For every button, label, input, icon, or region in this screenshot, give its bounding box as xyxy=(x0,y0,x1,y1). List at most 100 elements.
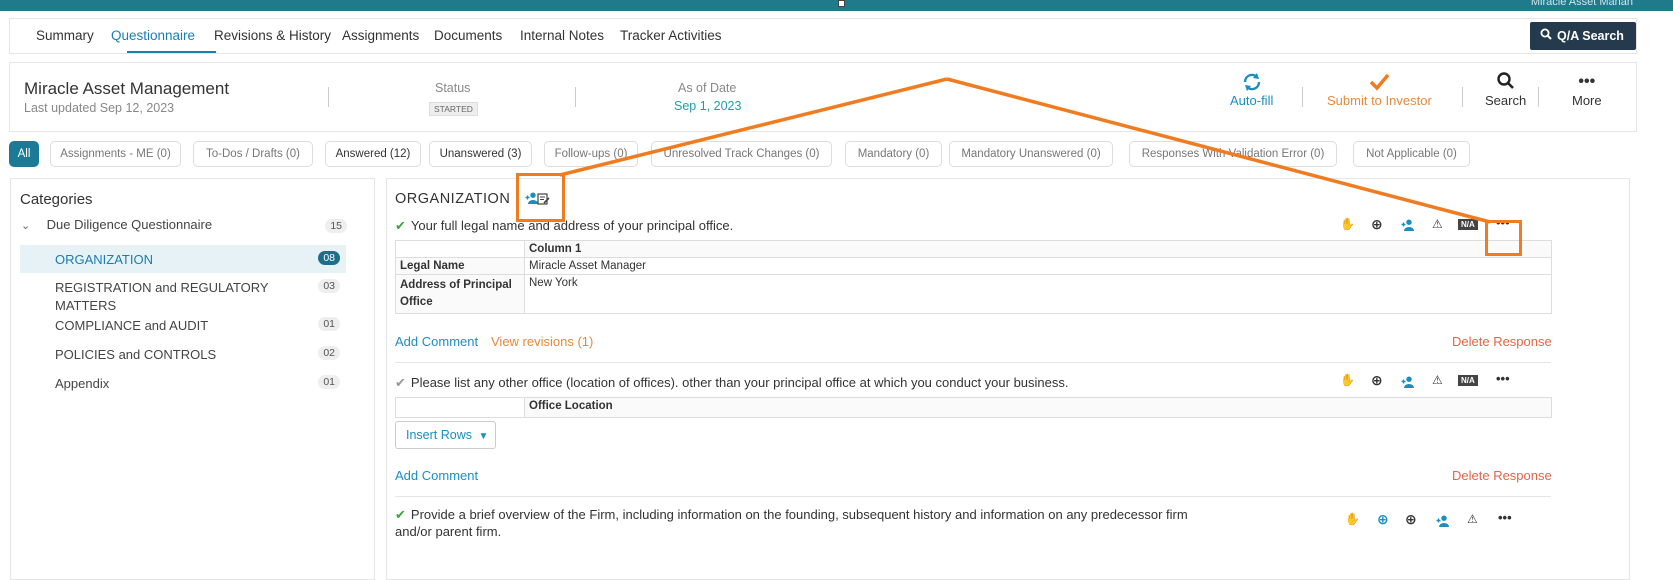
delete-response-link[interactable]: Delete Response xyxy=(1452,334,1552,349)
top-bar: Miracle Asset Manan xyxy=(0,0,1673,11)
as-of-date-label: As of Date xyxy=(678,81,737,95)
category-root-label: Due Diligence Questionnaire xyxy=(46,217,213,232)
submit-to-investor-label: Submit to Investor xyxy=(1327,93,1432,108)
filter-not-applicable[interactable]: Not Applicable (0) xyxy=(1353,141,1470,167)
not-applicable-button[interactable]: N/A xyxy=(1458,375,1478,386)
table-corner-cell xyxy=(395,397,525,418)
filter-follow-ups[interactable]: Follow-ups (0) xyxy=(544,141,638,167)
row-label: Address of Principal Office xyxy=(395,274,525,314)
entity-name: Miracle Asset Management xyxy=(24,79,230,98)
category-item-organization[interactable]: ORGANIZATION 08 xyxy=(20,245,346,273)
categories-title: Categories xyxy=(20,191,93,208)
delete-response-link[interactable]: Delete Response xyxy=(1452,468,1552,483)
not-applicable-button[interactable]: N/A xyxy=(1458,219,1478,230)
insert-rows-button[interactable]: Insert Rows ▼ xyxy=(395,421,496,449)
filter-mandatory[interactable]: Mandatory (0) xyxy=(845,141,942,167)
filter-validation-error[interactable]: Responses With Validation Error (0) xyxy=(1129,141,1337,167)
entity-header: Miracle Asset Management Last updated Se… xyxy=(9,62,1637,132)
status-badge: STARTED xyxy=(429,102,478,116)
tab-internal-notes[interactable]: Internal Notes xyxy=(520,28,604,43)
auto-fill-button[interactable]: Auto-fill xyxy=(1230,71,1273,108)
chevron-down-icon[interactable]: ⌄ xyxy=(21,219,33,232)
category-count: 01 xyxy=(318,317,340,331)
category-item-appendix[interactable]: Appendix 01 xyxy=(20,369,346,397)
category-count: 03 xyxy=(318,279,340,293)
tab-assignments[interactable]: Assignments xyxy=(342,28,419,43)
search-label: Search xyxy=(1485,93,1527,108)
category-label: ORGANIZATION xyxy=(55,252,153,267)
search-icon xyxy=(1540,28,1552,43)
active-tab-indicator xyxy=(127,51,216,53)
hand-icon[interactable]: ✋ xyxy=(1345,512,1360,526)
more-button[interactable]: ••• More xyxy=(1572,71,1602,108)
assign-user-icon[interactable] xyxy=(1436,514,1450,532)
cell-value[interactable]: New York xyxy=(524,274,1552,314)
filter-assignments-me[interactable]: Assignments - ME (0) xyxy=(50,141,181,167)
answered-check-icon: ✔ xyxy=(395,507,406,522)
divider xyxy=(1538,87,1539,107)
add-circle-icon[interactable]: ⊕ xyxy=(1371,372,1383,389)
tab-bar: Summary Questionnaire Revisions & Histor… xyxy=(9,18,1637,54)
answered-check-icon: ✔ xyxy=(395,218,406,233)
category-label: COMPLIANCE and AUDIT xyxy=(55,318,209,333)
filter-unanswered[interactable]: Unanswered (3) xyxy=(429,141,532,167)
unanswered-check-icon: ✔ xyxy=(395,375,406,390)
assign-user-icon[interactable] xyxy=(1401,375,1415,393)
column-header: Column 1 xyxy=(524,240,1552,258)
insert-rows-label: Insert Rows xyxy=(406,428,472,442)
add-circle-outline-icon[interactable]: ⊕ xyxy=(1377,511,1389,528)
category-item-compliance[interactable]: COMPLIANCE and AUDIT 01 xyxy=(20,311,346,339)
filter-unresolved-track-changes[interactable]: Unresolved Track Changes (0) xyxy=(651,141,832,167)
more-label: More xyxy=(1572,93,1602,108)
table-row: Address of Principal Office New York xyxy=(395,274,1552,314)
question-2-text: Please list any other office (location o… xyxy=(410,375,1069,390)
assign-user-icon[interactable] xyxy=(1401,218,1415,236)
tab-summary[interactable]: Summary xyxy=(36,28,94,43)
add-circle-icon[interactable]: ⊕ xyxy=(1405,511,1417,528)
ellipsis-icon: ••• xyxy=(1578,73,1596,90)
response-table-2: Office Location xyxy=(395,397,1552,418)
category-count: 08 xyxy=(318,251,340,265)
view-revisions-link[interactable]: View revisions (1) xyxy=(491,334,593,349)
as-of-date-value[interactable]: Sep 1, 2023 xyxy=(674,99,741,113)
hand-icon[interactable]: ✋ xyxy=(1340,373,1355,387)
ellipsis-icon[interactable]: ••• xyxy=(1498,510,1512,525)
highlight-box xyxy=(1485,220,1522,256)
add-comment-link[interactable]: Add Comment xyxy=(395,334,478,349)
category-count: 15 xyxy=(325,219,347,233)
add-comment-link[interactable]: Add Comment xyxy=(395,468,478,483)
question-3: ✔ Provide a brief overview of the Firm, i… xyxy=(395,506,1188,540)
tab-tracker-activities[interactable]: Tracker Activities xyxy=(620,28,722,43)
qa-search-button[interactable]: Q/A Search xyxy=(1530,22,1636,50)
question-2: ✔ Please list any other office (location … xyxy=(395,375,1069,391)
search-button[interactable]: Search xyxy=(1485,71,1526,108)
filter-todos-drafts[interactable]: To-Dos / Drafts (0) xyxy=(193,141,313,167)
add-circle-icon[interactable]: ⊕ xyxy=(1371,216,1383,233)
highlight-box xyxy=(516,173,565,222)
window-handle xyxy=(838,0,845,7)
category-item-policies[interactable]: POLICIES and CONTROLS 02 xyxy=(20,340,346,368)
divider xyxy=(395,496,1551,497)
categories-panel: Categories ⌄ Due Diligence Questionnaire… xyxy=(10,178,375,580)
category-item-registration[interactable]: REGISTRATION and REGULATORY MATTERS 03 xyxy=(20,273,346,313)
divider xyxy=(1302,87,1303,107)
section-title: ORGANIZATION xyxy=(395,191,511,207)
cell-value[interactable]: Miracle Asset Manager xyxy=(524,257,1552,275)
category-label: POLICIES and CONTROLS xyxy=(55,347,217,362)
warning-icon[interactable]: ⚠ xyxy=(1432,373,1443,387)
user-name[interactable]: Miracle Asset Manan xyxy=(1531,0,1633,8)
ellipsis-icon[interactable]: ••• xyxy=(1496,371,1510,386)
submit-to-investor-button[interactable]: Submit to Investor xyxy=(1327,71,1432,108)
category-label: REGISTRATION and REGULATORY MATTERS xyxy=(55,280,269,313)
tab-revisions-history[interactable]: Revisions & History xyxy=(214,28,331,43)
filter-all[interactable]: All xyxy=(9,141,39,167)
filter-mandatory-unanswered[interactable]: Mandatory Unanswered (0) xyxy=(949,141,1113,167)
warning-icon[interactable]: ⚠ xyxy=(1467,512,1478,526)
tab-documents[interactable]: Documents xyxy=(434,28,502,43)
row-label: Legal Name xyxy=(395,257,525,275)
category-root[interactable]: ⌄ Due Diligence Questionnaire xyxy=(21,217,212,232)
filter-answered[interactable]: Answered (12) xyxy=(325,141,421,167)
warning-icon[interactable]: ⚠ xyxy=(1432,217,1443,231)
hand-icon[interactable]: ✋ xyxy=(1340,217,1355,231)
tab-questionnaire[interactable]: Questionnaire xyxy=(111,28,195,43)
